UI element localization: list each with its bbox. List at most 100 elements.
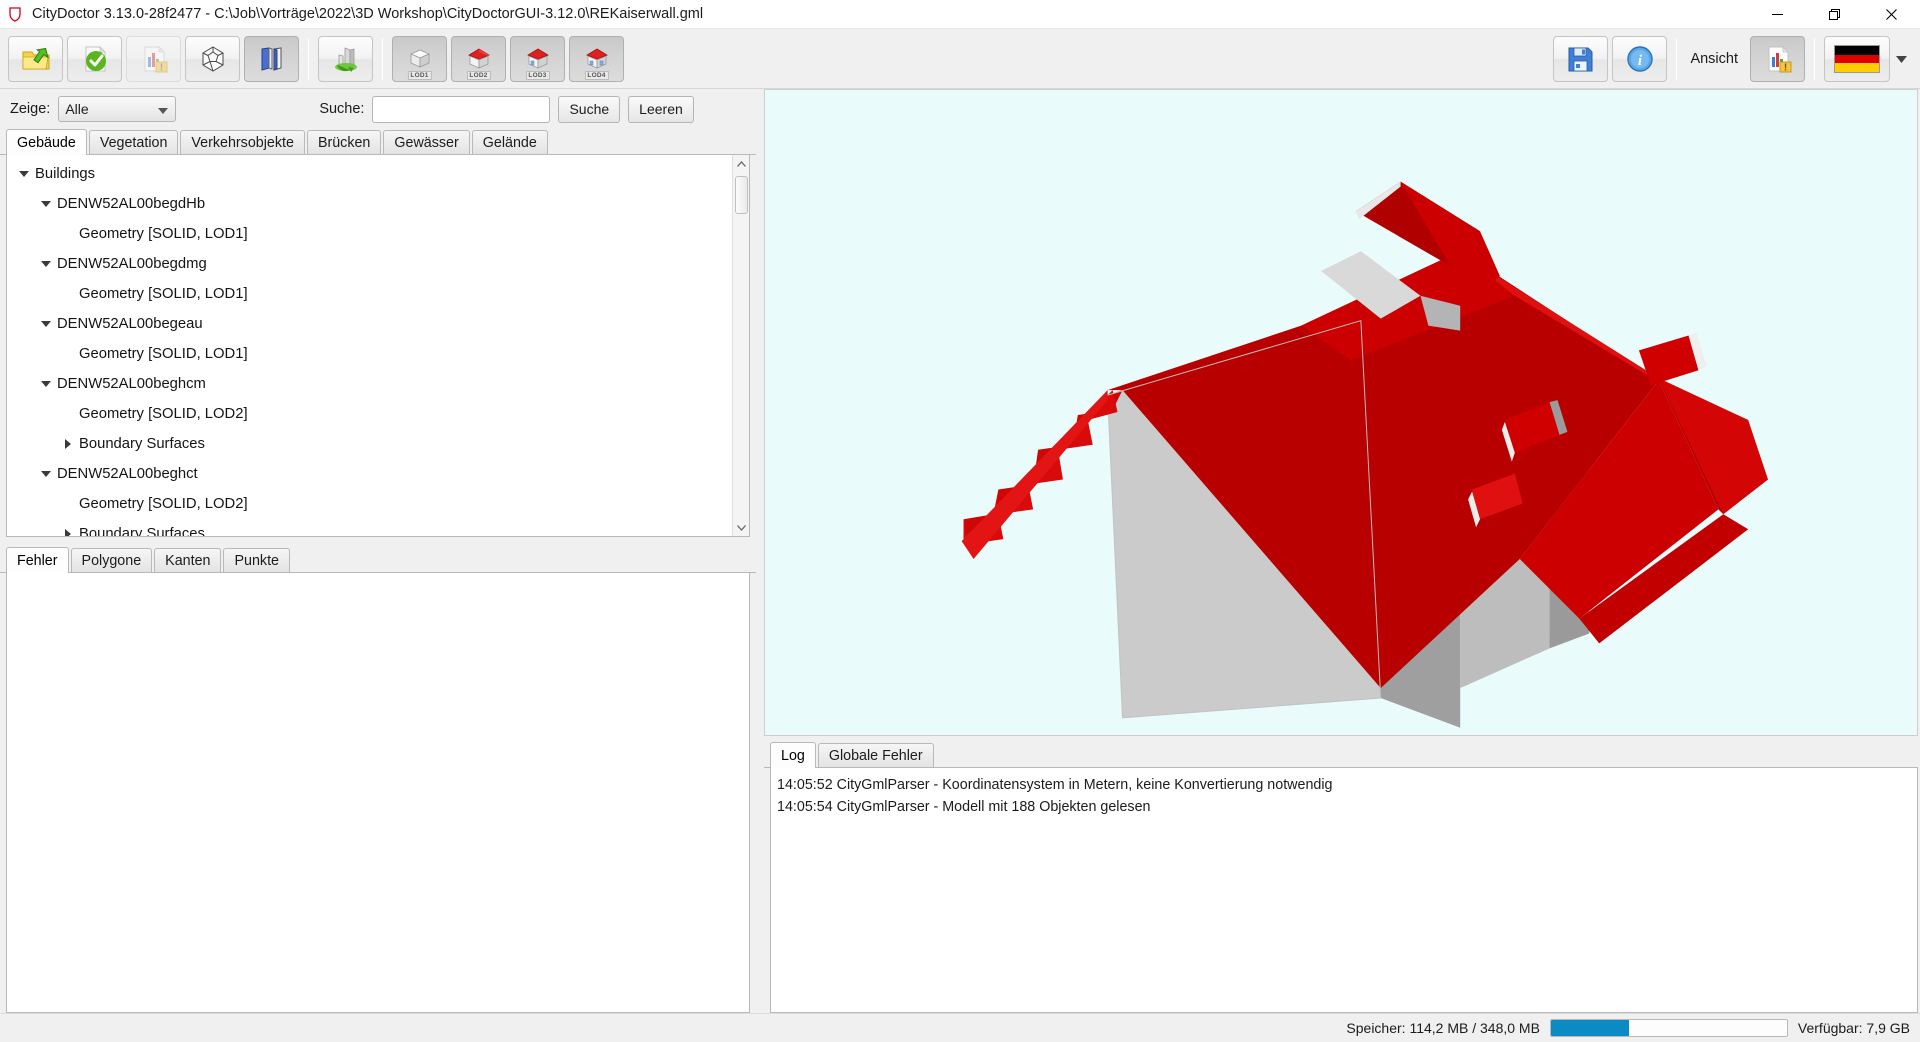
object-tree-container: Buildings DENW52AL00begdHb Geometry [SOLID… bbox=[6, 155, 750, 537]
window-controls bbox=[1749, 0, 1920, 29]
save-button[interactable] bbox=[1553, 36, 1609, 82]
suche-label: Suche: bbox=[319, 101, 365, 117]
tree-row-label: DENW52AL00beghct bbox=[57, 466, 198, 482]
log-area: Log Globale Fehler 14:05:52 CityGmlParser… bbox=[764, 736, 1918, 1013]
scroll-down-icon[interactable] bbox=[733, 519, 750, 536]
memory-progress-bar bbox=[1549, 1019, 1788, 1037]
svg-text:!: ! bbox=[1783, 63, 1786, 74]
tab-gebaeude[interactable]: Gebäude bbox=[6, 129, 87, 155]
tab-bruecken[interactable]: Brücken bbox=[306, 130, 382, 154]
tree-row-label: DENW52AL00beghcm bbox=[57, 376, 206, 392]
tree-row[interactable]: DENW52AL00begdHb bbox=[7, 189, 732, 219]
filter-bar: Zeige: Alle Suche: Suche Leeren bbox=[0, 89, 756, 129]
lod4-button[interactable]: LOD4 bbox=[569, 35, 624, 82]
chevron-down-icon[interactable] bbox=[35, 321, 57, 327]
info-button[interactable]: i bbox=[1612, 36, 1668, 82]
tree-row[interactable]: DENW52AL00beghcm bbox=[7, 369, 732, 399]
open-file-button[interactable] bbox=[8, 35, 63, 82]
zeige-select[interactable]: Alle bbox=[58, 96, 177, 122]
language-flag-button[interactable] bbox=[1824, 36, 1890, 82]
right-panel: Log Globale Fehler 14:05:52 CityGmlParser… bbox=[764, 89, 1920, 1013]
polyhedron-button[interactable] bbox=[185, 35, 240, 82]
tree-row[interactable]: Geometry [SOLID, LOD1] bbox=[7, 219, 732, 249]
lod4-label: LOD4 bbox=[584, 70, 609, 80]
chevron-right-icon[interactable] bbox=[57, 529, 79, 536]
tree-row[interactable]: Geometry [SOLID, LOD1] bbox=[7, 279, 732, 309]
tab-gelaende[interactable]: Gelände bbox=[471, 130, 548, 154]
memory-progress-fill bbox=[1550, 1020, 1629, 1036]
svg-text:!: ! bbox=[159, 62, 162, 73]
tab-verkehrsobjekte[interactable]: Verkehrsobjekte bbox=[180, 130, 305, 154]
tab-gewaesser[interactable]: Gewässer bbox=[383, 130, 470, 154]
building-model bbox=[961, 181, 1769, 728]
tree-row[interactable]: Geometry [SOLID, LOD2] bbox=[7, 399, 732, 429]
ansicht-label: Ansicht bbox=[1690, 51, 1738, 67]
tab-globale-fehler[interactable]: Globale Fehler bbox=[817, 743, 934, 767]
search-input[interactable] bbox=[372, 95, 551, 123]
lod3-button[interactable]: LOD3 bbox=[510, 35, 565, 82]
planes-button[interactable] bbox=[244, 35, 299, 82]
toolbar-separator bbox=[1814, 38, 1815, 80]
tab-vegetation[interactable]: Vegetation bbox=[88, 130, 179, 154]
tree-row[interactable]: Boundary Surfaces bbox=[7, 429, 732, 459]
tab-fehler[interactable]: Fehler bbox=[6, 547, 69, 573]
toolbar-separator bbox=[382, 37, 383, 80]
log-tabs: Log Globale Fehler bbox=[764, 742, 1918, 768]
view-report-button[interactable]: ! bbox=[1750, 36, 1805, 82]
maximize-button[interactable] bbox=[1806, 0, 1863, 29]
tab-log[interactable]: Log bbox=[770, 742, 816, 768]
clear-button[interactable]: Leeren bbox=[628, 95, 694, 123]
lod1-label: LOD1 bbox=[407, 70, 432, 80]
tree-row[interactable]: Boundary Surfaces bbox=[7, 519, 732, 536]
vertical-splitter[interactable] bbox=[756, 89, 764, 1013]
tab-punkte[interactable]: Punkte bbox=[223, 548, 290, 572]
chevron-down-icon[interactable] bbox=[35, 261, 57, 267]
minimize-button[interactable] bbox=[1749, 0, 1806, 29]
window-title: CityDoctor 3.13.0-28f2477 - C:\Job\Vortr… bbox=[32, 6, 704, 22]
scrollbar-thumb[interactable] bbox=[734, 176, 748, 214]
tree-row-label: Geometry [SOLID, LOD2] bbox=[79, 406, 248, 422]
zeige-value: Alle bbox=[65, 101, 89, 117]
report-button[interactable]: ! bbox=[126, 35, 181, 82]
toolbar-right-group: i Ansicht ! bbox=[1551, 29, 1912, 89]
log-line: 14:05:54 CityGmlParser - Modell mit 188 … bbox=[777, 799, 1151, 815]
lod2-label: LOD2 bbox=[466, 70, 491, 80]
tree-row[interactable]: DENW52AL00beghct bbox=[7, 459, 732, 489]
error-list-panel[interactable] bbox=[6, 573, 750, 1013]
toolbar-separator bbox=[308, 37, 309, 80]
object-type-tabs: Gebäude Vegetation Verkehrsobjekte Brücken G… bbox=[0, 129, 756, 155]
tree-row-label: Geometry [SOLID, LOD1] bbox=[79, 346, 248, 362]
chevron-right-icon[interactable] bbox=[57, 439, 79, 449]
language-dropdown-caret[interactable] bbox=[1890, 36, 1912, 82]
zeige-label: Zeige: bbox=[10, 101, 51, 117]
tree-row[interactable]: DENW52AL00begeau bbox=[7, 309, 732, 339]
lod1-button[interactable]: LOD1 bbox=[392, 35, 447, 82]
search-button[interactable]: Suche bbox=[558, 95, 621, 123]
tree-scrollbar[interactable] bbox=[732, 155, 749, 536]
tab-polygone[interactable]: Polygone bbox=[70, 548, 153, 572]
validate-button[interactable] bbox=[67, 35, 122, 82]
tree-row-label: Boundary Surfaces bbox=[79, 436, 205, 452]
chevron-down-icon[interactable] bbox=[35, 201, 57, 207]
scroll-up-icon[interactable] bbox=[733, 155, 750, 172]
object-tree[interactable]: Buildings DENW52AL00begdHb Geometry [SOLID… bbox=[7, 155, 732, 536]
log-output[interactable]: 14:05:52 CityGmlParser - Koordinatensyst… bbox=[770, 768, 1918, 1013]
3d-viewport[interactable] bbox=[764, 89, 1918, 736]
city-button[interactable] bbox=[318, 35, 373, 82]
title-bar: CityDoctor 3.13.0-28f2477 - C:\Job\Vortr… bbox=[0, 0, 1920, 29]
scrollbar-track[interactable] bbox=[733, 172, 750, 519]
tree-row[interactable]: Geometry [SOLID, LOD2] bbox=[7, 489, 732, 519]
tree-row[interactable]: Geometry [SOLID, LOD1] bbox=[7, 339, 732, 369]
tree-row-label: Geometry [SOLID, LOD1] bbox=[79, 226, 248, 242]
close-button[interactable] bbox=[1863, 0, 1920, 29]
tree-row[interactable]: DENW52AL00begdmg bbox=[7, 249, 732, 279]
german-flag-icon bbox=[1834, 45, 1880, 73]
error-tabs: Fehler Polygone Kanten Punkte bbox=[0, 547, 756, 573]
chevron-down-icon[interactable] bbox=[35, 381, 57, 387]
tab-kanten[interactable]: Kanten bbox=[154, 548, 222, 572]
lod2-button[interactable]: LOD2 bbox=[451, 35, 506, 82]
chevron-down-icon[interactable] bbox=[35, 471, 57, 477]
tree-row[interactable]: Buildings bbox=[7, 159, 732, 189]
chevron-down-icon[interactable] bbox=[13, 171, 35, 177]
tree-row-label: Boundary Surfaces bbox=[79, 526, 205, 536]
